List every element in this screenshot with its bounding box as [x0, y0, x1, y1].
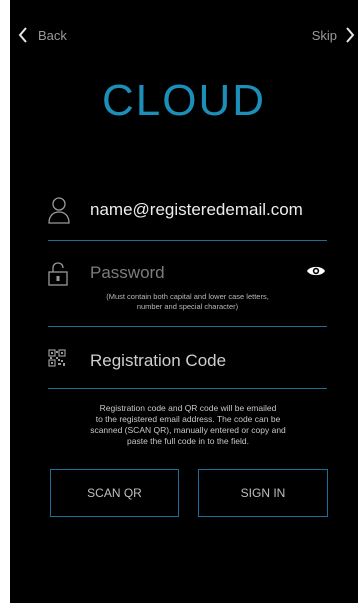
registration-info-text: Registration code and QR code will be em…	[68, 403, 308, 447]
chevron-left-icon	[18, 27, 28, 43]
eye-icon[interactable]	[306, 264, 326, 283]
password-placeholder: Password	[90, 263, 165, 282]
skip-label: Skip	[311, 27, 337, 43]
password-hint-line: number and special character)	[136, 302, 239, 311]
registration-code-underline	[48, 388, 327, 389]
back-button[interactable]: Back	[18, 24, 67, 46]
password-hint: (Must contain both capital and lower cas…	[48, 292, 327, 312]
app-title: CLOUD	[101, 76, 267, 125]
password-hint-line: (Must contain both capital and lower cas…	[106, 292, 269, 301]
password-underline	[48, 326, 327, 327]
user-icon	[48, 196, 70, 229]
skip-button[interactable]: Skip	[312, 24, 355, 46]
email-field[interactable]: name@registeredemail.com	[48, 190, 328, 242]
lock-icon	[48, 262, 68, 291]
email-underline	[48, 240, 327, 241]
registration-code-placeholder: Registration Code	[90, 351, 227, 370]
back-label: Back	[38, 27, 67, 43]
sign-in-button[interactable]: SIGN IN	[198, 469, 328, 517]
info-line: paste the full code in to the field.	[127, 436, 249, 446]
qr-code-icon	[48, 349, 66, 372]
top-bar: Back Skip	[10, 0, 358, 66]
info-line: scanned (SCAN QR), manually entered or c…	[90, 425, 286, 435]
chevron-right-icon	[345, 27, 355, 43]
info-line: to the registered email address. The cod…	[95, 414, 281, 424]
info-line: Registration code and QR code will be em…	[99, 403, 277, 413]
login-screen: Back Skip CLOUD name@registeredemail.com	[10, 0, 358, 603]
email-value: name@registeredemail.com	[90, 200, 303, 219]
password-field[interactable]: Password (Must contain both capital and …	[48, 255, 328, 330]
registration-code-field[interactable]: Registration Code	[48, 343, 328, 393]
scan-qr-button[interactable]: SCAN QR	[50, 469, 179, 517]
